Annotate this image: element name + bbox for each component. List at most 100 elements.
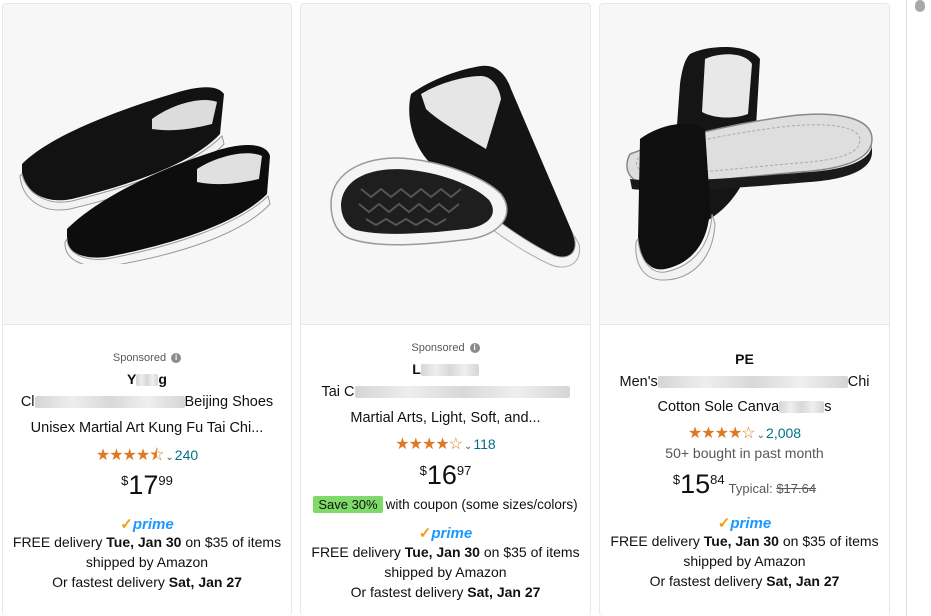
sponsored-text: Sponsored	[112, 352, 167, 364]
rating-row[interactable]: ★★★★☆ ⌄2,008	[600, 423, 889, 443]
redacted-text	[34, 396, 185, 409]
coupon-row[interactable]: Save 30% with coupon (some sizes/colors)	[301, 496, 590, 513]
delivery-suffix: on $35 of items	[181, 534, 282, 550]
info-icon[interactable]: i	[171, 353, 182, 364]
product-title[interactable]: Tai C	[307, 382, 584, 402]
price-fraction: 84	[710, 472, 725, 487]
rating-count-link[interactable]: 118	[473, 436, 495, 452]
prime-text: prime	[132, 516, 174, 533]
product-card[interactable]: Sponsored i Yg Cl Beijing Shoes Unisex Ma…	[2, 3, 292, 616]
brand-name: L	[301, 361, 590, 377]
slip-on-shoes-image	[625, 47, 873, 281]
delivery-date: Tue, Jan 30	[703, 533, 779, 549]
price-whole: 15	[680, 469, 711, 499]
redacted-text	[354, 386, 570, 399]
title-start: Cl	[20, 394, 35, 410]
price-fraction: 97	[456, 463, 472, 478]
typical-label: Typical:	[728, 481, 777, 496]
title-end: Chi	[847, 374, 870, 390]
prime-check-icon: ✓	[717, 515, 731, 532]
delivery-date: Tue, Jan 30	[404, 544, 480, 560]
delivery-prefix: FREE delivery	[610, 533, 704, 549]
price-symbol: $	[419, 463, 427, 478]
star-rating-icon[interactable]: ★★★★☆	[688, 425, 756, 442]
info-icon[interactable]: i	[469, 343, 480, 354]
typical-price: Typical: $17.64	[729, 481, 816, 496]
redacted-text	[657, 376, 848, 389]
product-image[interactable]	[600, 4, 889, 325]
slip-on-shoes-image	[19, 87, 271, 264]
redacted-text	[420, 364, 479, 377]
rating-row[interactable]: ★★★★⯪ ⌄240	[3, 444, 291, 471]
fastest-prefix: Or fastest delivery	[350, 584, 468, 600]
product-title[interactable]: Men's Chi	[606, 372, 883, 392]
shipped-by: shipped by Amazon	[683, 553, 806, 569]
product-title-line2[interactable]: Martial Arts, Light, Soft, and...	[307, 408, 584, 428]
coupon-text: with coupon (some sizes/colors)	[385, 497, 578, 512]
price-symbol: $	[121, 473, 129, 488]
product-image[interactable]	[301, 4, 590, 325]
price-fraction: 99	[158, 473, 173, 488]
prime-badge: ✓prime	[600, 514, 889, 532]
chevron-down-icon[interactable]: ⌄	[165, 452, 173, 463]
price[interactable]: $1584 Typical: $17.64	[600, 469, 889, 500]
coupon-badge[interactable]: Save 30%	[313, 496, 383, 513]
delivery-info: FREE delivery Tue, Jan 30 on $35 of item…	[3, 532, 291, 592]
delivery-suffix: on $35 of items	[479, 544, 580, 560]
title-start: Tai C	[321, 384, 355, 400]
delivery-prefix: FREE delivery	[12, 534, 107, 550]
price-whole: 17	[128, 470, 159, 500]
brand-name: Yg	[3, 371, 291, 387]
sponsored-label[interactable]: Sponsored i	[301, 342, 590, 354]
fastest-date: Sat, Jan 27	[467, 584, 541, 600]
product-title-line2[interactable]: Unisex Martial Art Kung Fu Tai Chi...	[9, 418, 285, 438]
rating-count-link[interactable]: 240	[175, 447, 198, 463]
delivery-info: FREE delivery Tue, Jan 30 on $35 of item…	[600, 531, 889, 591]
product-image[interactable]	[3, 4, 291, 325]
shipped-by: shipped by Amazon	[85, 554, 209, 570]
bought-count: 50+ bought in past month	[665, 445, 824, 461]
scrollbar-thumb[interactable]	[915, 0, 925, 12]
slip-on-shoes-image	[329, 65, 580, 268]
fastest-prefix: Or fastest delivery	[649, 573, 767, 589]
brand-text: Y	[127, 371, 137, 387]
brand-tail-text: g	[158, 371, 167, 387]
chevron-down-icon[interactable]: ⌄	[464, 441, 472, 452]
redacted-text	[779, 401, 825, 414]
sponsored-text: Sponsored	[411, 342, 465, 354]
fastest-date: Sat, Jan 27	[168, 574, 242, 590]
shipped-by: shipped by Amazon	[384, 564, 507, 580]
title-end: Beijing Shoes	[184, 394, 274, 410]
prime-check-icon: ✓	[418, 525, 432, 542]
price[interactable]: $1799	[3, 470, 291, 501]
fastest-date: Sat, Jan 27	[766, 573, 840, 589]
rating-count-link[interactable]: 2,008	[766, 425, 801, 441]
prime-text: prime	[730, 515, 772, 532]
chevron-down-icon[interactable]: ⌄	[757, 430, 765, 441]
delivery-prefix: FREE delivery	[311, 544, 405, 560]
star-rating-icon[interactable]: ★★★★☆	[395, 436, 463, 453]
title-start: Men's	[619, 374, 658, 390]
fastest-prefix: Or fastest delivery	[52, 574, 169, 590]
sponsored-label[interactable]: Sponsored i	[3, 352, 291, 364]
brand-name: PE	[600, 351, 889, 367]
brand-text: L	[412, 361, 421, 377]
product-title[interactable]: Cl Beijing Shoes	[9, 392, 285, 412]
delivery-date: Tue, Jan 30	[106, 534, 182, 550]
prime-check-icon: ✓	[120, 516, 133, 533]
product-title-line2[interactable]: Cotton Sole Canva s	[606, 397, 883, 417]
prime-badge: ✓prime	[301, 524, 590, 542]
rating-row[interactable]: ★★★★☆ ⌄118	[301, 434, 590, 454]
price[interactable]: $1697	[301, 460, 590, 491]
price-symbol: $	[672, 472, 681, 487]
product-card[interactable]: Sponsored i L Tai C Martial Arts, Light,…	[300, 3, 591, 616]
scrollbar[interactable]	[906, 0, 931, 616]
price-whole: 16	[426, 460, 457, 490]
product-card[interactable]: PE Men's Chi Cotton Sole Canva s ★★★★☆ ⌄2,0…	[599, 3, 890, 616]
delivery-info: FREE delivery Tue, Jan 30 on $35 of item…	[301, 542, 590, 602]
brand-text: PE	[735, 351, 754, 367]
prime-text: prime	[431, 525, 473, 542]
delivery-suffix: on $35 of items	[778, 533, 879, 549]
title-end: s	[824, 399, 832, 415]
star-rating-icon[interactable]: ★★★★⯪	[96, 447, 165, 464]
